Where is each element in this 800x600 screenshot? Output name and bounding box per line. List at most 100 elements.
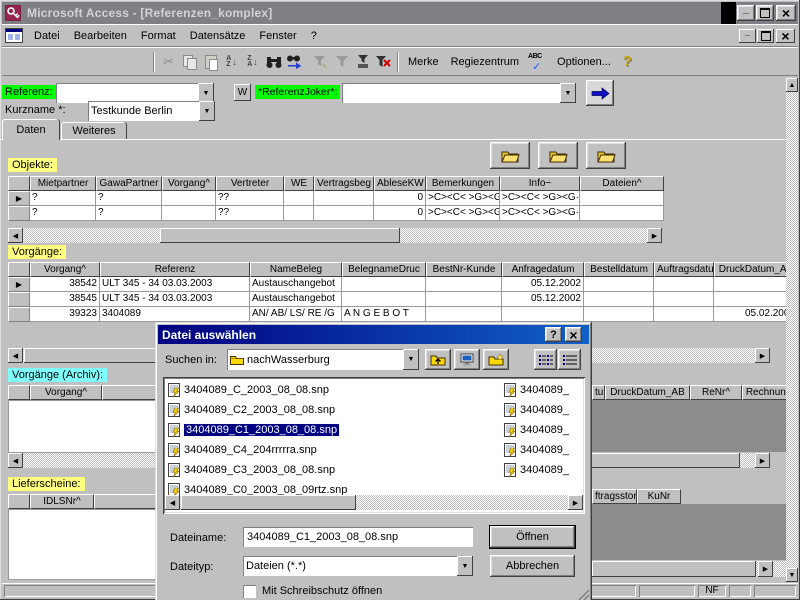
file-item[interactable]: 3404089_C4_204rrrrra.snp [165, 440, 425, 460]
select-all-corner[interactable] [8, 262, 30, 277]
table-row[interactable]: 38542 ULT 345 - 34 03.03.2003 Austauscha… [8, 277, 786, 292]
cell[interactable] [580, 191, 664, 206]
tab-weiteres[interactable]: Weiteres [61, 122, 127, 140]
scroll-left-icon[interactable]: ◀ [165, 495, 180, 510]
cell[interactable]: 38545 [30, 292, 100, 307]
open-folder-button-3[interactable] [586, 142, 626, 169]
minimize-button[interactable] [737, 5, 755, 21]
column-header[interactable]: Rechnung: [742, 385, 786, 400]
select-all-corner[interactable] [8, 494, 30, 509]
cell[interactable] [426, 277, 502, 292]
file-item[interactable]: 3404089_ [501, 420, 585, 440]
cell[interactable] [580, 206, 664, 221]
filter-by-form-icon[interactable] [310, 51, 331, 73]
scroll-thumb[interactable] [160, 228, 400, 243]
row-selector[interactable] [8, 277, 30, 292]
referenz-joker-combobox[interactable] [342, 83, 576, 103]
chevron-down-icon[interactable] [457, 556, 473, 576]
column-header[interactable]: NameBeleg [250, 262, 342, 277]
dateityp-combobox[interactable]: Dateien (*.*) [243, 556, 473, 576]
restore-button[interactable] [756, 5, 774, 21]
mdi-close-button[interactable] [776, 29, 795, 43]
desktop-button[interactable] [454, 349, 480, 370]
lieferscheine-hscrollbar[interactable]: ▶ [592, 561, 786, 577]
cell[interactable] [654, 307, 714, 322]
cell[interactable] [314, 206, 374, 221]
cancel-button[interactable]: Abbrechen [490, 555, 575, 577]
open-folder-button-2[interactable] [538, 142, 578, 169]
column-header[interactable]: Info~ [500, 176, 580, 191]
merke-button[interactable]: Merke [402, 53, 445, 71]
file-item[interactable]: 3404089_ [501, 460, 585, 480]
tab-daten[interactable]: Daten [2, 119, 60, 140]
column-header[interactable]: GawaPartner [96, 176, 162, 191]
select-all-corner[interactable] [8, 385, 30, 400]
cell[interactable] [654, 292, 714, 307]
column-header[interactable]: Anfragedatum [502, 262, 584, 277]
file-item[interactable]: 3404089_C3_2003_08_08.snp [165, 460, 425, 480]
find-next-icon[interactable] [284, 51, 305, 73]
scroll-right-icon[interactable]: ▶ [647, 228, 662, 243]
table-row[interactable]: 39323 3404089 AN/ AB/ LS/ RE /G A N G E … [8, 307, 786, 322]
table-row[interactable]: ? ? ?? 0 >C><C< >G><G· >C><C< >G><G· [8, 191, 664, 206]
file-item[interactable]: 3404089_C_2003_08_08.snp [165, 380, 425, 400]
cell[interactable] [314, 191, 374, 206]
objekte-hscrollbar[interactable]: ◀ ▶ [8, 228, 662, 243]
file-item[interactable]: 3404089_ [501, 380, 585, 400]
column-header[interactable]: BelegnameDruc [342, 262, 426, 277]
chevron-down-icon[interactable] [199, 101, 215, 121]
paste-icon[interactable] [200, 51, 221, 73]
dialog-help-button[interactable]: ? [545, 327, 562, 342]
file-name[interactable]: 3404089_ [520, 444, 569, 456]
mdi-minimize-button[interactable] [739, 29, 756, 43]
cell[interactable] [162, 206, 216, 221]
column-header[interactable]: BestNr-Kunde [426, 262, 502, 277]
menu-item[interactable]: Fenster [252, 27, 303, 45]
row-selector[interactable] [8, 191, 30, 206]
cell[interactable]: Austauschangebot [250, 292, 342, 307]
file-name[interactable]: 3404089_C_2003_08_08.snp [184, 384, 329, 396]
help-icon[interactable]: ? [617, 51, 638, 73]
create-new-folder-button[interactable] [483, 349, 509, 370]
file-name[interactable]: 3404089_ [520, 464, 569, 476]
form-view-icon[interactable] [5, 28, 23, 43]
cell[interactable]: 05.02.2003 [714, 307, 786, 322]
cell[interactable]: >C><C< >G><G· [500, 191, 580, 206]
file-item[interactable]: 3404089_ [501, 440, 585, 460]
open-button[interactable]: Öffnen [490, 526, 575, 548]
menu-item[interactable]: Format [134, 27, 183, 45]
suchen-in-combobox[interactable]: nachWasserburg [227, 349, 419, 370]
column-header[interactable]: Vorgang^ [30, 385, 102, 400]
column-header[interactable]: ReNr^ [690, 385, 742, 400]
cell[interactable]: 39323 [30, 307, 100, 322]
cell[interactable]: ULT 345 - 34 03.03.2003 [100, 277, 250, 292]
cell[interactable] [714, 292, 786, 307]
resize-grip-icon[interactable] [578, 589, 590, 600]
row-selector[interactable] [8, 292, 30, 307]
cell[interactable] [342, 292, 426, 307]
column-header[interactable]: Vorgang^ [162, 176, 216, 191]
scroll-right-icon[interactable]: ▶ [755, 453, 770, 468]
column-header[interactable]: Vorgang^ [30, 262, 100, 277]
chevron-down-icon[interactable] [198, 83, 214, 103]
file-name[interactable]: 3404089_C3_2003_08_08.snp [184, 464, 335, 476]
cell[interactable]: ? [96, 206, 162, 221]
column-header[interactable]: Dateien^ [580, 176, 664, 191]
cell[interactable]: AN/ AB/ LS/ RE /G [250, 307, 342, 322]
cell[interactable]: Austauschangebot [250, 277, 342, 292]
file-item[interactable]: 3404089_C2_2003_08_08.snp [165, 400, 425, 420]
file-item[interactable]: 3404089_C1_2003_08_08.snp [165, 420, 425, 440]
apply-filter-icon[interactable] [352, 51, 373, 73]
spelling-icon[interactable]: ABC✓ [525, 51, 551, 73]
up-one-level-button[interactable] [425, 349, 451, 370]
referenz-combobox[interactable] [56, 83, 214, 103]
menu-item[interactable]: Datensätze [183, 27, 253, 45]
file-name[interactable]: 3404089_ [520, 384, 569, 396]
column-header[interactable]: Vertragsbeg [314, 176, 374, 191]
cell[interactable] [654, 277, 714, 292]
cell[interactable]: 0 [374, 191, 426, 206]
cell[interactable]: 05.12.2002 [502, 292, 584, 307]
dateiname-input[interactable] [243, 527, 473, 547]
file-name[interactable]: 3404089_C2_2003_08_08.snp [184, 404, 335, 416]
sort-descending-icon[interactable]: ZA↓ [242, 51, 263, 73]
